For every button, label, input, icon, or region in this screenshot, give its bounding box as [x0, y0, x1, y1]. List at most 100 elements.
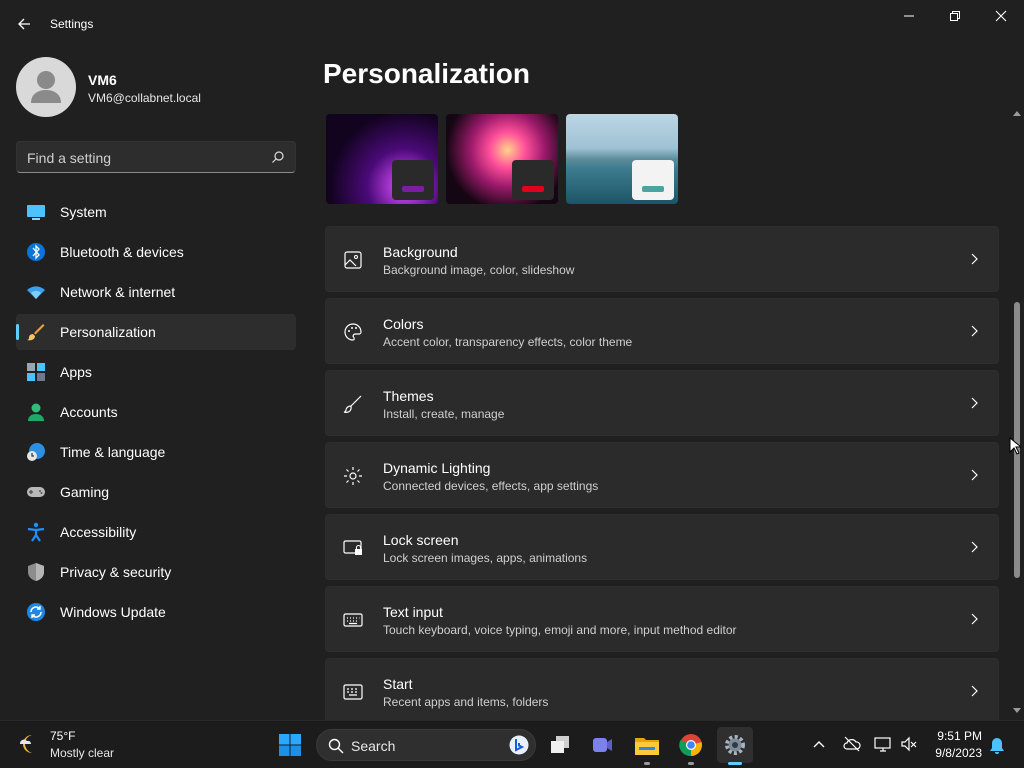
avatar[interactable]: [16, 57, 76, 117]
chrome-icon: [679, 734, 702, 757]
person-silhouette-icon: [31, 71, 61, 103]
settings-search-input[interactable]: [17, 142, 269, 174]
lighting-icon: [344, 467, 362, 485]
card-subtitle: Connected devices, effects, app settings: [383, 479, 599, 493]
paintbrush-icon: [343, 395, 362, 413]
nav-item-accessibility[interactable]: Accessibility: [16, 514, 296, 550]
clock-date[interactable]: 9/8/2023: [928, 746, 982, 760]
nav-label-accounts: Accounts: [60, 404, 118, 420]
chevron-up-icon[interactable]: [813, 739, 825, 749]
volume-muted-icon[interactable]: [900, 735, 918, 753]
text-input-setting-card[interactable]: Text input Touch keyboard, voice typing,…: [325, 586, 999, 652]
nav-label-network: Network & internet: [60, 284, 176, 300]
theme-thumbnail-flower[interactable]: [446, 114, 558, 204]
taskbar: 75°F Mostly clear Search 9:51 PM 9/8/202…: [0, 720, 1024, 768]
theme-thumbnail-lake[interactable]: [566, 114, 678, 204]
weather-condition: Mostly clear: [50, 746, 115, 760]
search-icon: [328, 738, 344, 754]
running-indicator: [644, 762, 650, 765]
theme-preview-window: [392, 160, 434, 200]
chevron-right-icon: [971, 613, 978, 625]
user-email: VM6@collabnet.local: [88, 91, 201, 105]
theme-accent-swatch: [402, 186, 424, 192]
chrome-button[interactable]: [673, 727, 709, 765]
taskbar-search[interactable]: Search: [316, 729, 536, 761]
clock-time[interactable]: 9:51 PM: [928, 729, 982, 743]
gear-icon: [725, 735, 745, 755]
chevron-right-icon: [971, 253, 978, 265]
nav-label-time-language: Time & language: [60, 444, 166, 460]
scroll-down-arrow-icon[interactable]: [1013, 706, 1021, 714]
theme-thumbnail-purple[interactable]: [326, 114, 438, 204]
scroll-up-arrow-icon[interactable]: [1013, 110, 1021, 118]
accessibility-icon: [27, 522, 45, 542]
nav-item-windows-update[interactable]: Windows Update: [16, 594, 296, 630]
sync-icon: [27, 603, 45, 621]
task-view-button[interactable]: [542, 727, 578, 763]
theme-accent-swatch: [522, 186, 544, 192]
nav-item-accounts[interactable]: Accounts: [16, 394, 296, 430]
bluetooth-icon: [27, 243, 45, 261]
colors-setting-card[interactable]: Colors Accent color, transparency effect…: [325, 298, 999, 364]
nav-item-gaming[interactable]: Gaming: [16, 474, 296, 510]
card-subtitle: Touch keyboard, voice typing, emoji and …: [383, 623, 737, 637]
search-icon[interactable]: [271, 150, 285, 164]
file-explorer-button[interactable]: [629, 727, 665, 765]
nav-item-time-language[interactable]: Time & language: [16, 434, 296, 470]
themes-setting-card[interactable]: Themes Install, create, manage: [325, 370, 999, 436]
chevron-right-icon: [971, 469, 978, 481]
app-title: Settings: [50, 17, 94, 31]
taskbar-search-label: Search: [351, 738, 396, 754]
card-title: Text input: [383, 604, 443, 620]
palette-icon: [344, 323, 362, 341]
card-subtitle: Accent color, transparency effects, colo…: [383, 335, 633, 349]
teams-chat-icon: [593, 738, 612, 752]
shield-icon: [28, 563, 44, 581]
active-indicator: [728, 762, 742, 765]
nav-label-accessibility: Accessibility: [60, 524, 137, 540]
back-arrow-icon: [18, 18, 30, 30]
weather-moon-cloud-icon[interactable]: [16, 731, 44, 759]
network-display-icon[interactable]: [874, 735, 892, 753]
dynamic-lighting-setting-card[interactable]: Dynamic Lighting Connected devices, effe…: [325, 442, 999, 508]
minimize-icon: [904, 15, 914, 17]
back-button[interactable]: [10, 10, 38, 38]
card-title: Colors: [383, 316, 424, 332]
nav-item-privacy-security[interactable]: Privacy & security: [16, 554, 296, 590]
close-icon: [995, 10, 1007, 22]
nav-item-bluetooth[interactable]: Bluetooth & devices: [16, 234, 296, 270]
lock-screen-setting-card[interactable]: Lock screen Lock screen images, apps, an…: [325, 514, 999, 580]
start-button[interactable]: [272, 727, 308, 763]
globe-clock-icon: [27, 443, 45, 461]
notification-bell-icon[interactable]: [989, 737, 1005, 755]
settings-app-button[interactable]: [717, 727, 753, 765]
onedrive-offline-icon[interactable]: [843, 735, 861, 753]
card-subtitle: Lock screen images, apps, animations: [383, 551, 588, 565]
nav-item-apps[interactable]: Apps: [16, 354, 296, 390]
close-button[interactable]: [978, 0, 1024, 32]
minimize-button[interactable]: [886, 0, 932, 32]
nav-item-system[interactable]: System: [16, 194, 296, 230]
nav-item-network[interactable]: Network & internet: [16, 274, 296, 310]
restore-button[interactable]: [932, 0, 978, 32]
teams-chat-button[interactable]: [584, 727, 620, 763]
sidebar-nav: System Bluetooth & devices Network & int…: [16, 194, 296, 634]
bing-icon[interactable]: [509, 735, 529, 755]
nav-item-personalization[interactable]: Personalization: [16, 314, 296, 350]
settings-search-box[interactable]: [16, 141, 296, 174]
nav-label-bluetooth: Bluetooth & devices: [60, 244, 184, 260]
nav-label-apps: Apps: [60, 364, 92, 380]
user-name: VM6: [88, 72, 117, 88]
nav-label-gaming: Gaming: [60, 484, 110, 500]
card-title: Start: [383, 676, 413, 692]
card-subtitle: Recent apps and items, folders: [383, 695, 549, 709]
theme-preview-window: [632, 160, 674, 200]
start-setting-card[interactable]: Start Recent apps and items, folders: [325, 658, 999, 724]
chevron-right-icon: [971, 685, 978, 697]
weather-temperature: 75°F: [50, 729, 76, 743]
mouse-cursor-icon: [1009, 437, 1021, 455]
apps-icon: [27, 363, 45, 381]
nav-label-windows-update: Windows Update: [60, 604, 166, 620]
background-setting-card[interactable]: Background Background image, color, slid…: [325, 226, 999, 292]
card-title: Background: [383, 244, 458, 260]
